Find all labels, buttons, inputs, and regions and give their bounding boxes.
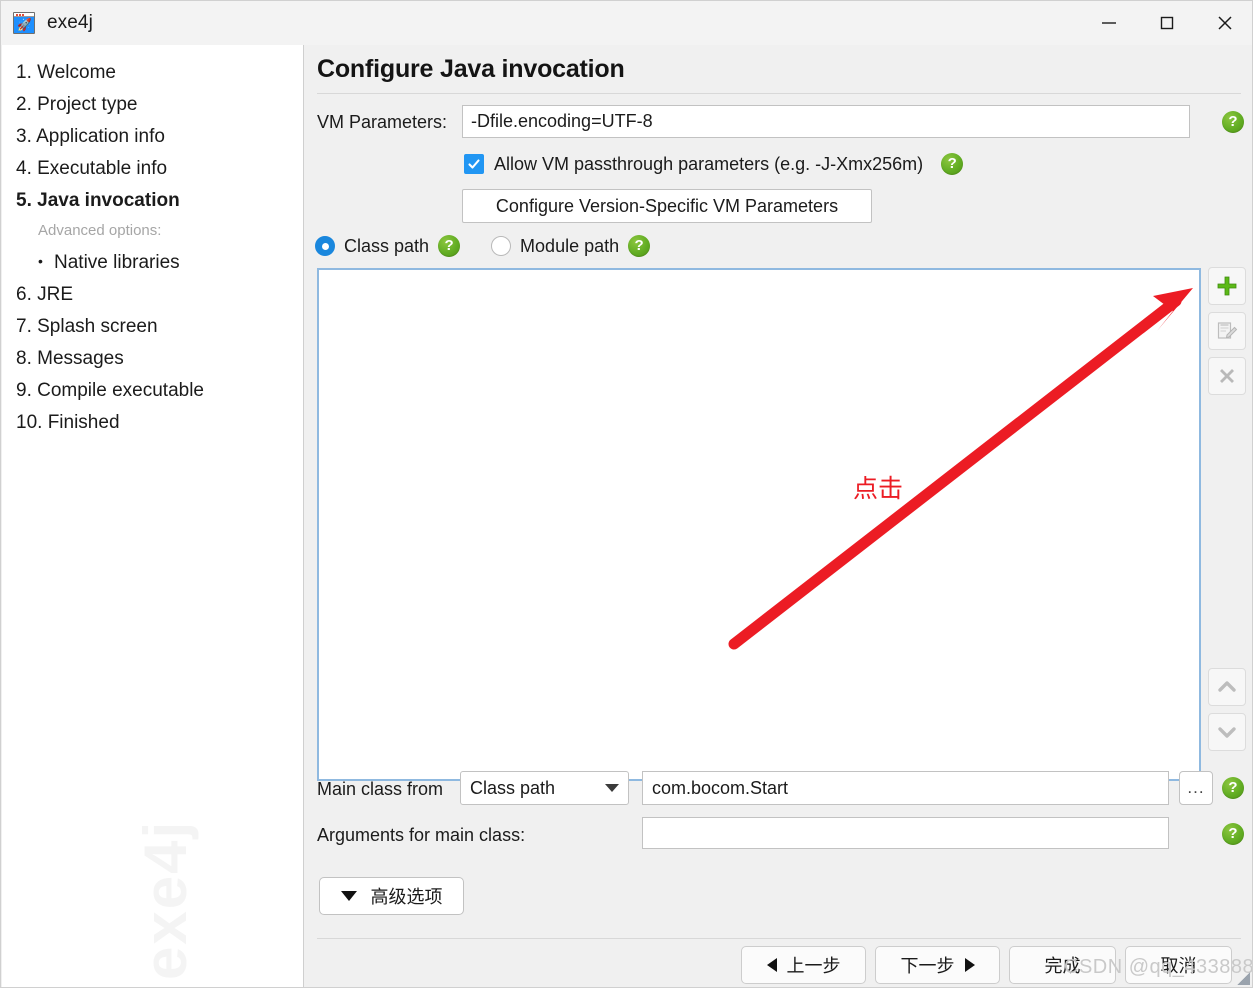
module-path-radio[interactable] <box>491 236 512 256</box>
arrow-left-icon <box>766 958 777 972</box>
sidebar-item-native-libraries[interactable]: • Native libraries <box>16 245 303 279</box>
arrow-right-icon <box>964 958 975 972</box>
previous-button-label: 上一步 <box>786 956 841 976</box>
main-class-source-value: Class path <box>470 777 556 798</box>
path-mode-radio-group: Class path ? Module path ? <box>315 235 651 257</box>
sidebar-brand-watermark: exe4j <box>132 819 199 980</box>
main-content-panel: Configure Java invocation VM Parameters:… <box>305 45 1252 987</box>
maximize-icon[interactable] <box>1138 1 1196 45</box>
help-glyph: ? <box>947 154 957 172</box>
configure-version-specific-vm-parameters-button[interactable]: Configure Version-Specific VM Parameters <box>462 189 872 223</box>
main-class-from-label: Main class from <box>317 779 444 799</box>
module-path-help-icon[interactable]: ? <box>628 235 651 257</box>
caret-down-icon <box>340 891 357 901</box>
sidebar-item-finished[interactable]: 10. Finished <box>16 407 303 439</box>
vm-parameters-help-icon[interactable]: ? <box>1222 111 1244 133</box>
help-glyph: ? <box>1228 112 1238 130</box>
csdn-watermark: CSDN @qq_43388893 <box>1064 956 1253 978</box>
classpath-reorder-toolbar <box>1208 668 1246 751</box>
class-path-label: Class path <box>344 235 430 256</box>
allow-passthrough-checkbox[interactable] <box>464 154 484 174</box>
previous-button[interactable]: 上一步 <box>741 946 866 984</box>
icon-window-body: 🚀 <box>14 17 34 33</box>
help-glyph: ? <box>444 236 454 254</box>
window-title: exe4j <box>47 12 93 33</box>
classpath-list[interactable] <box>317 268 1201 781</box>
move-up-button[interactable] <box>1208 668 1246 706</box>
window-titlebar: 🚀 exe4j <box>1 1 1252 45</box>
class-path-radio[interactable] <box>315 236 335 256</box>
edit-entry-button[interactable] <box>1208 312 1246 350</box>
sidebar-item-welcome[interactable]: 1. Welcome <box>16 57 303 89</box>
passthrough-row: Allow VM passthrough parameters (e.g. -J… <box>464 153 964 175</box>
classpath-toolbar <box>1208 267 1246 395</box>
plus-icon <box>1217 276 1237 296</box>
arguments-label: Arguments for main class: <box>317 825 526 845</box>
sidebar-item-executable-info[interactable]: 4. Executable info <box>16 153 303 185</box>
help-glyph: ? <box>1228 824 1238 842</box>
chevron-up-icon <box>1218 681 1236 692</box>
icon-window-dots <box>16 14 24 16</box>
minimize-icon[interactable] <box>1080 1 1138 45</box>
resize-grip[interactable] <box>1236 971 1250 985</box>
sidebar-item-application-info[interactable]: 3. Application info <box>16 121 303 153</box>
sidebar-item-jre[interactable]: 6. JRE <box>16 279 303 311</box>
sidebar-item-native-libraries-label: Native libraries <box>54 252 180 273</box>
sidebar-item-java-invocation[interactable]: 5. Java invocation <box>16 185 303 217</box>
remove-entry-button[interactable] <box>1208 357 1246 395</box>
chevron-down-icon <box>1218 727 1236 738</box>
main-class-source-select[interactable]: Class path <box>460 771 629 805</box>
passthrough-help-icon[interactable]: ? <box>941 153 964 175</box>
chevron-down-icon <box>605 784 619 792</box>
move-down-button[interactable] <box>1208 713 1246 751</box>
exe4j-wizard-window: 🚀 exe4j 1. Welcome 2. Project type 3. Ap… <box>0 0 1253 988</box>
sidebar-item-project-type[interactable]: 2. Project type <box>16 89 303 121</box>
close-x-icon <box>1220 369 1234 383</box>
next-button-label: 下一步 <box>900 956 955 976</box>
footer-divider <box>317 938 1241 939</box>
window-controls <box>1080 1 1252 45</box>
sidebar-item-splash-screen[interactable]: 7. Splash screen <box>16 311 303 343</box>
page-title: Configure Java invocation <box>317 55 625 83</box>
annotation-click-label: 点击 <box>853 474 904 503</box>
sidebar-item-compile-executable[interactable]: 9. Compile executable <box>16 375 303 407</box>
wizard-step-list: 1. Welcome 2. Project type 3. Applicatio… <box>2 45 303 439</box>
rocket-window-icon: 🚀 <box>13 12 35 34</box>
close-icon[interactable] <box>1196 1 1252 45</box>
sidebar-item-messages[interactable]: 8. Messages <box>16 343 303 375</box>
bullet-icon: • <box>38 253 43 269</box>
wizard-step-sidebar: 1. Welcome 2. Project type 3. Applicatio… <box>2 45 304 987</box>
help-glyph: ? <box>634 236 644 254</box>
next-button[interactable]: 下一步 <box>875 946 1000 984</box>
main-class-browse-button[interactable]: ... <box>1179 771 1213 805</box>
title-divider <box>317 93 1241 94</box>
arguments-input[interactable] <box>642 817 1169 849</box>
class-path-help-icon[interactable]: ? <box>438 235 461 257</box>
advanced-options-button[interactable]: 高级选项 <box>319 877 464 915</box>
help-glyph: ? <box>1228 778 1238 796</box>
advanced-options-label: 高级选项 <box>370 887 443 907</box>
titlebar-left-group: 🚀 exe4j <box>1 12 93 34</box>
sidebar-section-advanced-options: Advanced options: <box>38 222 162 239</box>
add-entry-button[interactable] <box>1208 267 1246 305</box>
arguments-help-icon[interactable]: ? <box>1222 823 1244 845</box>
main-class-input[interactable]: com.bocom.Start <box>642 771 1169 805</box>
edit-icon <box>1217 322 1238 339</box>
allow-passthrough-label: Allow VM passthrough parameters (e.g. -J… <box>494 153 924 174</box>
main-class-help-icon[interactable]: ? <box>1222 777 1244 799</box>
vm-parameters-input[interactable]: -Dfile.encoding=UTF-8 <box>462 105 1190 138</box>
module-path-label: Module path <box>520 235 620 256</box>
vm-parameters-label: VM Parameters: <box>317 112 448 132</box>
rocket-glyph: 🚀 <box>16 17 32 33</box>
